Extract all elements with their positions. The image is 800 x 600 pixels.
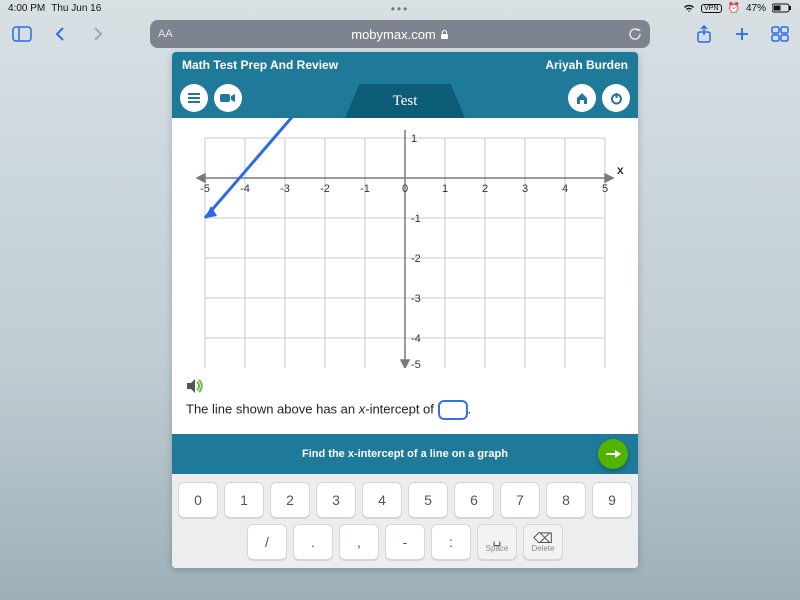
home-button[interactable]	[568, 84, 596, 112]
key-6[interactable]: 6	[454, 482, 494, 518]
audio-button[interactable]	[186, 378, 624, 394]
on-screen-keyboard: 0 1 2 3 4 5 6 7 8 9 / . , - : ␣Space ⌫De…	[172, 474, 638, 568]
instruction-bar: Find the x-intercept of a line on a grap…	[172, 434, 638, 474]
back-icon[interactable]	[46, 20, 74, 48]
key-1[interactable]: 1	[224, 482, 264, 518]
svg-text:-3: -3	[411, 293, 421, 305]
reload-icon[interactable]	[628, 27, 642, 41]
forward-icon	[84, 20, 112, 48]
address-bar[interactable]: AA mobymax.com	[150, 20, 650, 48]
svg-text:3: 3	[522, 183, 528, 195]
status-time: 4:00 PM	[8, 3, 45, 14]
key-delete[interactable]: ⌫Delete	[523, 524, 563, 560]
svg-text:-1: -1	[411, 213, 421, 225]
vpn-badge: VPN	[701, 4, 721, 13]
safari-toolbar: AA mobymax.com	[0, 16, 800, 52]
power-button[interactable]	[602, 84, 630, 112]
status-date: Thu Jun 16	[51, 3, 101, 14]
svg-text:0: 0	[402, 183, 408, 195]
svg-text:-5: -5	[411, 359, 421, 368]
key-5[interactable]: 5	[408, 482, 448, 518]
key-period[interactable]: .	[293, 524, 333, 560]
key-0[interactable]: 0	[178, 482, 218, 518]
svg-text:1: 1	[442, 183, 448, 195]
test-tab: Test	[345, 84, 465, 118]
alarm-icon: ⏰	[728, 3, 740, 14]
submit-button[interactable]	[598, 439, 628, 469]
svg-text:-3: -3	[280, 183, 290, 195]
svg-text:-4: -4	[240, 183, 250, 195]
svg-text:-2: -2	[411, 253, 421, 265]
address-host: mobymax.com	[351, 27, 436, 42]
keyboard-row-2: / . , - : ␣Space ⌫Delete	[247, 524, 563, 560]
text-size-icon[interactable]: AA	[158, 28, 173, 40]
svg-text:2: 2	[482, 183, 488, 195]
tabs-icon[interactable]	[766, 20, 794, 48]
app-card: Math Test Prep And Review Ariyah Burden …	[172, 52, 638, 568]
key-7[interactable]: 7	[500, 482, 540, 518]
key-minus[interactable]: -	[385, 524, 425, 560]
key-4[interactable]: 4	[362, 482, 402, 518]
svg-text:-4: -4	[411, 333, 421, 345]
answer-input[interactable]	[438, 400, 468, 420]
graph-panel: x -5 -4 -3 -2 -1 0 1 2 3 4 5 1 -1 -2 -3 -4 -5	[172, 118, 638, 372]
svg-text:-1: -1	[360, 183, 370, 195]
share-icon[interactable]	[690, 20, 718, 48]
instruction-text: Find the x-intercept of a line on a grap…	[302, 448, 508, 460]
student-name: Ariyah Burden	[545, 58, 628, 72]
svg-text:-2: -2	[320, 183, 330, 195]
video-button[interactable]	[214, 84, 242, 112]
svg-text:x: x	[617, 163, 624, 177]
svg-text:5: 5	[602, 183, 608, 195]
menu-button[interactable]	[180, 84, 208, 112]
key-8[interactable]: 8	[546, 482, 586, 518]
key-2[interactable]: 2	[270, 482, 310, 518]
course-title: Math Test Prep And Review	[182, 58, 338, 72]
question-text: The line shown above has an x-intercept …	[186, 400, 624, 420]
svg-text:4: 4	[562, 183, 568, 195]
key-space[interactable]: ␣Space	[477, 524, 517, 560]
key-slash[interactable]: /	[247, 524, 287, 560]
wifi-icon	[683, 3, 695, 13]
app-toolbar: Test	[172, 78, 638, 118]
sidebar-icon[interactable]	[8, 20, 36, 48]
multitask-dots[interactable]: •••	[391, 2, 410, 16]
app-header: Math Test Prep And Review Ariyah Burden	[172, 52, 638, 78]
key-9[interactable]: 9	[592, 482, 632, 518]
key-colon[interactable]: :	[431, 524, 471, 560]
key-comma[interactable]: ,	[339, 524, 379, 560]
svg-text:1: 1	[411, 133, 417, 145]
question-area: The line shown above has an x-intercept …	[172, 372, 638, 434]
ipad-status-bar: 4:00 PM Thu Jun 16 ••• VPN ⏰ 47%	[0, 0, 800, 16]
keyboard-row-1: 0 1 2 3 4 5 6 7 8 9	[178, 482, 632, 518]
key-3[interactable]: 3	[316, 482, 356, 518]
battery-pct: 47%	[746, 3, 766, 14]
lock-icon	[440, 29, 449, 40]
coordinate-graph: x -5 -4 -3 -2 -1 0 1 2 3 4 5 1 -1 -2 -3 -4 -5	[182, 118, 628, 368]
svg-text:-5: -5	[200, 183, 210, 195]
new-tab-icon[interactable]	[728, 20, 756, 48]
battery-icon	[772, 3, 792, 13]
